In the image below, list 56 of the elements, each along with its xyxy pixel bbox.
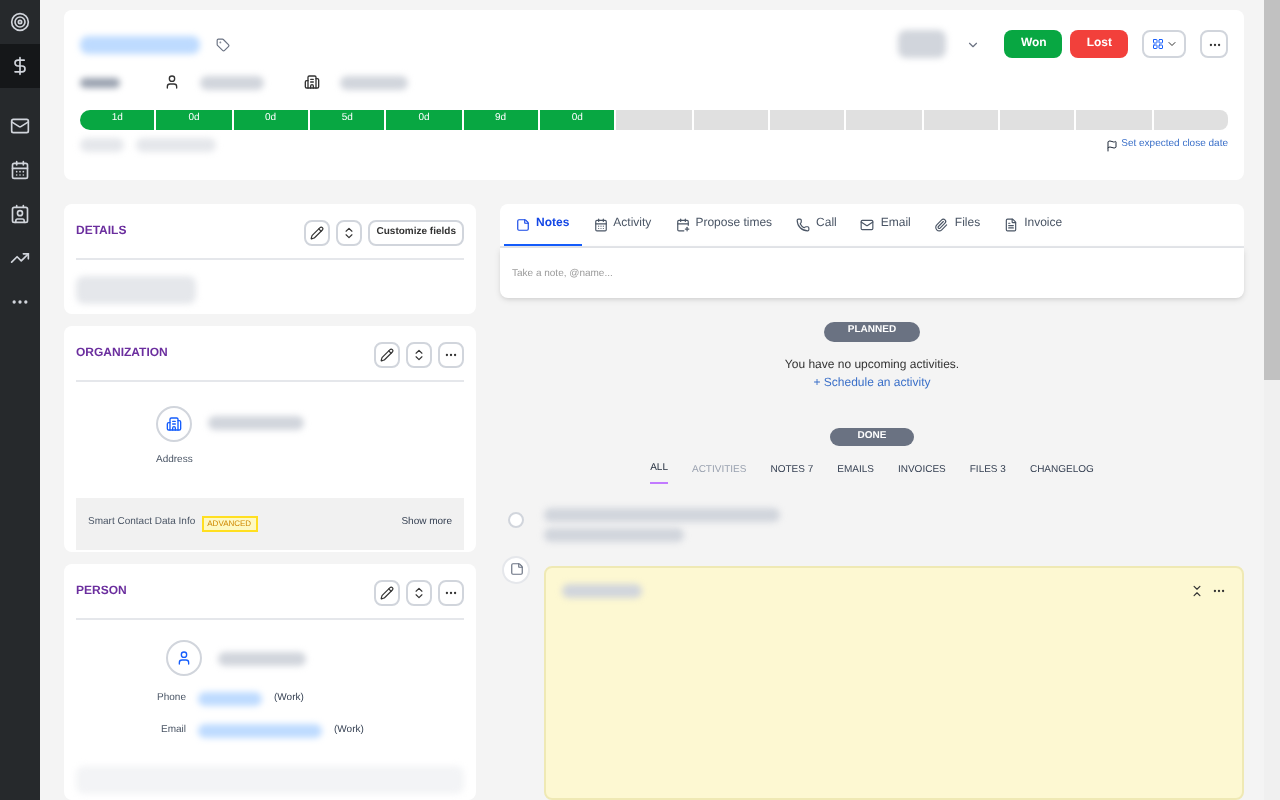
pencil-icon <box>380 348 394 362</box>
caret-icon <box>1165 38 1177 50</box>
scrollbar-thumb[interactable] <box>1264 0 1280 380</box>
chevrons-icon <box>342 226 357 240</box>
redacted-text <box>198 723 322 738</box>
caret-icon <box>966 37 981 51</box>
chevrons-icon <box>412 586 426 600</box>
pencil-icon <box>310 226 325 240</box>
calendar-icon <box>10 160 30 180</box>
mail-icon <box>10 116 30 136</box>
note-icon <box>516 217 530 231</box>
redacted-text <box>198 692 262 707</box>
redacted-text <box>80 138 124 153</box>
note-icon <box>509 562 523 576</box>
chevrons-icon <box>412 348 426 362</box>
redacted-text <box>200 75 264 89</box>
target-icon <box>10 12 30 32</box>
grid-icon <box>1151 38 1163 50</box>
redacted-text <box>898 30 947 58</box>
more-icon <box>444 586 458 600</box>
contact-card-icon <box>10 204 30 224</box>
building-icon <box>166 416 183 432</box>
calendar-icon <box>675 218 690 232</box>
redacted-text <box>544 527 684 541</box>
chart-icon <box>10 248 30 268</box>
person-icon <box>164 74 180 90</box>
redacted-text <box>340 75 408 89</box>
edit-button[interactable] <box>374 342 400 368</box>
organization-icon <box>304 74 320 90</box>
redacted-text <box>218 651 306 665</box>
redacted-text <box>76 276 196 304</box>
edit-button[interactable] <box>304 220 331 246</box>
person-icon <box>176 650 192 666</box>
sidebar-item[interactable] <box>0 44 40 88</box>
calendar-icon <box>593 218 608 232</box>
tag-icon <box>216 37 230 51</box>
more-icon <box>444 348 458 362</box>
view-button[interactable] <box>1142 30 1186 58</box>
redacted-text <box>80 35 200 53</box>
edit-button[interactable] <box>374 580 400 606</box>
redacted-text <box>136 138 216 153</box>
redacted-text <box>208 416 305 430</box>
collapse-icon[interactable] <box>1190 583 1204 597</box>
scrollbar[interactable] <box>1264 0 1280 800</box>
reorder-button[interactable] <box>406 580 432 606</box>
phone-icon <box>796 218 811 232</box>
reorder-button[interactable] <box>406 342 432 368</box>
redacted-text <box>80 77 120 87</box>
reorder-button[interactable] <box>336 220 363 246</box>
redacted-text <box>562 583 642 597</box>
document-icon <box>1004 218 1019 232</box>
paperclip-icon <box>934 218 949 232</box>
flag-icon <box>1105 139 1118 152</box>
pencil-icon <box>380 586 394 600</box>
dollar-icon <box>10 56 30 76</box>
mail-icon <box>860 218 875 232</box>
